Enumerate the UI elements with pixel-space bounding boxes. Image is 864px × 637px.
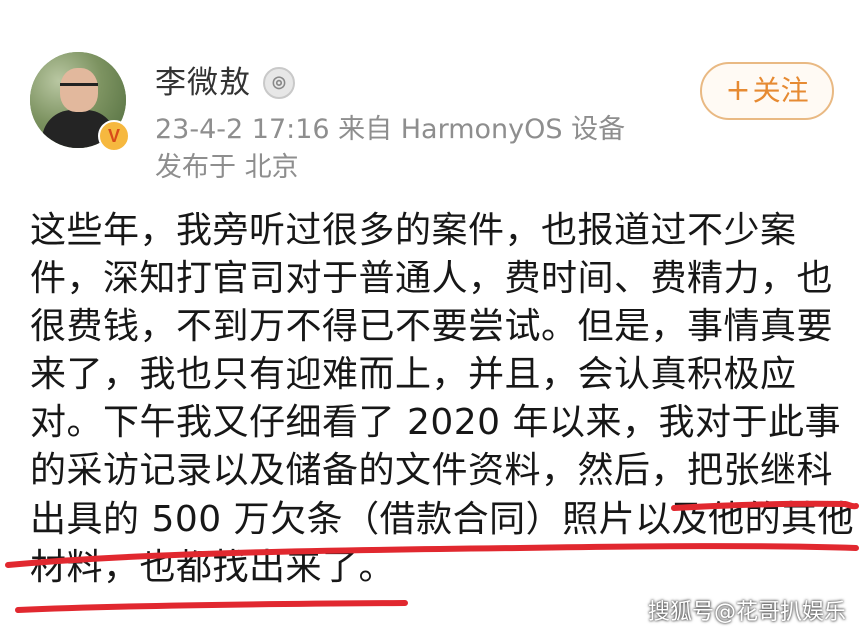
content-line: 材料，也都找出来了。: [30, 546, 396, 588]
underline-stroke-3: [15, 600, 408, 613]
avatar-glasses: [60, 83, 98, 94]
content-line: 很费钱，不到万不得已不要尝试。但是，事情真要: [30, 306, 834, 348]
post-meta: 23-4-2 17:16 来自 HarmonyOS 设备: [155, 114, 626, 145]
weibo-post-card: V 李微敖 ◎ +关注 23-4-2 17:16 来自 HarmonyOS 设备…: [0, 0, 864, 637]
post-content: 这些年，我旁听过很多的案件，也报道过不少案 件，深知打官司对于普通人，费时间、费…: [30, 207, 855, 592]
verified-icon: V: [98, 120, 130, 152]
plus-icon: +: [725, 73, 751, 108]
content-line: 这些年，我旁听过很多的案件，也报道过不少案: [30, 210, 797, 251]
watermark: 搜狐号@花哥扒娱乐: [647, 600, 846, 625]
follow-button-label: 关注: [752, 74, 809, 107]
content-line: 来了，我也只有迎难而上，并且，会认真积极应: [30, 354, 797, 396]
content-line: 件，深知打官司对于普通人，费时间、费精力，也: [30, 258, 834, 300]
content-line: 对。下午我又仔细看了 2020 年以来，我对于此事: [30, 402, 842, 444]
rank-medal-icon: ◎: [263, 67, 295, 99]
post-location: 发布于 北京: [155, 152, 299, 183]
follow-button[interactable]: +关注: [700, 62, 834, 120]
username[interactable]: 李微敖: [155, 63, 251, 103]
content-line: 的采访记录以及储备的文件资料，然后，把张继科: [30, 450, 834, 492]
content-line: 出具的 500 万欠条（借款合同）照片以及他的其他: [30, 498, 855, 540]
